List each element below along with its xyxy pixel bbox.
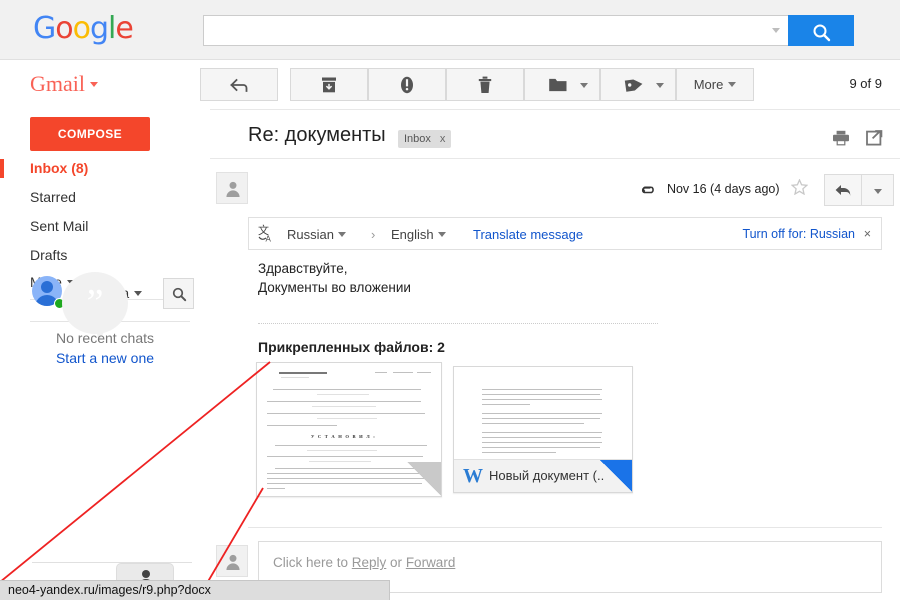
search-input[interactable] xyxy=(212,16,762,45)
search-options-chevron-down-icon[interactable] xyxy=(772,28,780,33)
attachment-footer: W Новый документ (... xyxy=(454,459,632,492)
more-actions-button[interactable]: More xyxy=(676,68,754,101)
reply-arrow-icon xyxy=(835,185,851,196)
open-in-new-window-icon[interactable] xyxy=(866,129,884,151)
brand-chevron-down-icon[interactable] xyxy=(90,82,98,87)
person-icon xyxy=(226,554,240,570)
word-corner-fold-icon xyxy=(600,460,632,492)
more-actions-label: More xyxy=(693,77,724,92)
chevron-down-icon xyxy=(874,189,882,194)
printer-icon[interactable] xyxy=(832,130,850,151)
attachment-word-document[interactable]: W Новый документ (... xyxy=(453,366,633,493)
chat-search-button[interactable] xyxy=(163,278,194,309)
turn-off-translation-link[interactable]: Turn off for: Russian xyxy=(742,227,855,241)
message-meta: Nov 16 (4 days ago) xyxy=(640,178,809,198)
sender-avatar xyxy=(216,172,248,204)
archive-button[interactable] xyxy=(290,68,368,101)
status-bar-url: neo4-yandex.ru/images/r9.php?docx xyxy=(8,583,211,597)
scan-heading-ustanovil: У С Т А Н О В И Л : xyxy=(311,434,376,439)
archive-icon xyxy=(291,69,367,100)
label-chip-remove-icon[interactable]: x xyxy=(440,133,446,145)
hangouts-quote-icon: ” xyxy=(62,272,128,342)
reply-options-button[interactable] xyxy=(862,174,894,206)
message-pane: Re: документы Inbox x Nov 16 (4 days ago… xyxy=(210,109,900,600)
back-to-inbox-button[interactable] xyxy=(200,68,278,101)
avatar[interactable] xyxy=(30,276,65,310)
attachment-scanned-document[interactable]: У С Т А Н О В И Л : П О С Т А Н О В И Л … xyxy=(256,362,442,497)
gmail-brand-label: Gmail xyxy=(30,71,85,96)
logo-letter: G xyxy=(33,11,56,46)
delete-button[interactable] xyxy=(446,68,524,101)
target-lang-chevron-down-icon xyxy=(437,232,446,237)
target-language-label: English xyxy=(391,227,434,242)
logo-letter: o xyxy=(72,11,91,46)
reply-prompt-prefix: Click here to xyxy=(273,555,352,570)
sender-row: Nov 16 (4 days ago) xyxy=(210,164,900,214)
word-w-icon: W xyxy=(463,465,483,487)
sidebar-item-inbox[interactable]: Inbox (8) xyxy=(30,160,88,176)
language-arrow: › xyxy=(371,227,376,242)
message-counter: 9 of 9 xyxy=(849,76,882,91)
reply-avatar xyxy=(216,545,248,577)
reply-prompt-middle: or xyxy=(386,555,406,570)
logo-letter: o xyxy=(55,11,73,46)
body-line: Документы во вложении xyxy=(258,280,411,295)
translate-bar-close-icon[interactable]: × xyxy=(864,227,871,241)
search-icon xyxy=(172,287,187,302)
search-icon xyxy=(813,24,831,42)
move-to-folder-button[interactable] xyxy=(524,68,600,101)
back-arrow-icon xyxy=(201,69,277,100)
person-icon xyxy=(226,181,240,197)
search-button[interactable] xyxy=(788,15,854,46)
source-language-label: Russian xyxy=(287,227,334,242)
label-chip-text: Inbox xyxy=(404,133,431,145)
more-chevron-down-icon xyxy=(728,82,737,87)
translate-bar: 文 A Russian › English Translate message … xyxy=(248,217,882,250)
body-line: Здравствуйте, xyxy=(258,261,348,276)
label-chip-inbox[interactable]: Inbox x xyxy=(398,130,452,148)
page-title: Re: документы xyxy=(248,124,386,146)
source-language-select[interactable]: Russian xyxy=(287,227,346,242)
source-lang-chevron-down-icon xyxy=(337,232,346,237)
translate-icon: 文 A xyxy=(257,223,279,245)
sidebar-item-sent-mail[interactable]: Sent Mail xyxy=(30,218,88,234)
paperclip-icon xyxy=(640,184,656,198)
reply-link[interactable]: Reply xyxy=(352,555,387,570)
message-date: Nov 16 (4 days ago) xyxy=(666,182,780,196)
sidebar-item-drafts[interactable]: Drafts xyxy=(30,247,67,263)
sidebar-item-starred[interactable]: Starred xyxy=(30,189,76,205)
logo-letter: e xyxy=(115,11,133,46)
attachment-filename: Новый документ (... xyxy=(489,468,604,483)
subject-row: Re: документы Inbox x xyxy=(210,117,900,159)
labels-chevron-down-icon[interactable] xyxy=(656,83,664,88)
no-recent-chats-label: No recent chats xyxy=(55,330,155,346)
attachments-heading: Прикрепленных файлов: 2 xyxy=(258,339,445,355)
gmail-window: Google Gmail More 9 of 9 COMPOSE Inbox (… xyxy=(0,0,900,600)
thumbnail-corner-fold xyxy=(407,462,441,496)
search-box[interactable] xyxy=(203,15,788,46)
forward-link[interactable]: Forward xyxy=(406,555,456,570)
trash-icon xyxy=(447,69,523,100)
gmail-brand[interactable]: Gmail xyxy=(30,71,98,97)
compose-button[interactable]: COMPOSE xyxy=(30,117,150,151)
reply-button[interactable] xyxy=(824,174,862,206)
google-logo: Google xyxy=(33,11,134,46)
target-language-select[interactable]: English xyxy=(391,227,446,242)
active-nav-marker xyxy=(0,159,4,178)
browser-status-bar: neo4-yandex.ru/images/r9.php?docx xyxy=(0,580,390,600)
svg-text:A: A xyxy=(266,235,272,244)
attachments-divider xyxy=(258,323,658,324)
move-chevron-down-icon[interactable] xyxy=(580,83,588,88)
reply-divider xyxy=(248,527,882,528)
report-spam-button[interactable] xyxy=(368,68,446,101)
logo-letter: g xyxy=(89,11,109,46)
chat-user-chevron-down-icon xyxy=(134,291,143,296)
top-search-bar: Google xyxy=(0,0,900,60)
translate-message-link[interactable]: Translate message xyxy=(473,227,583,242)
message-body: Здравствуйте, Документы во вложении xyxy=(258,259,818,297)
report-spam-icon xyxy=(369,69,445,100)
star-outline-icon[interactable] xyxy=(790,178,809,198)
labels-button[interactable] xyxy=(600,68,676,101)
start-new-chat-link[interactable]: Start a new one xyxy=(0,350,210,366)
